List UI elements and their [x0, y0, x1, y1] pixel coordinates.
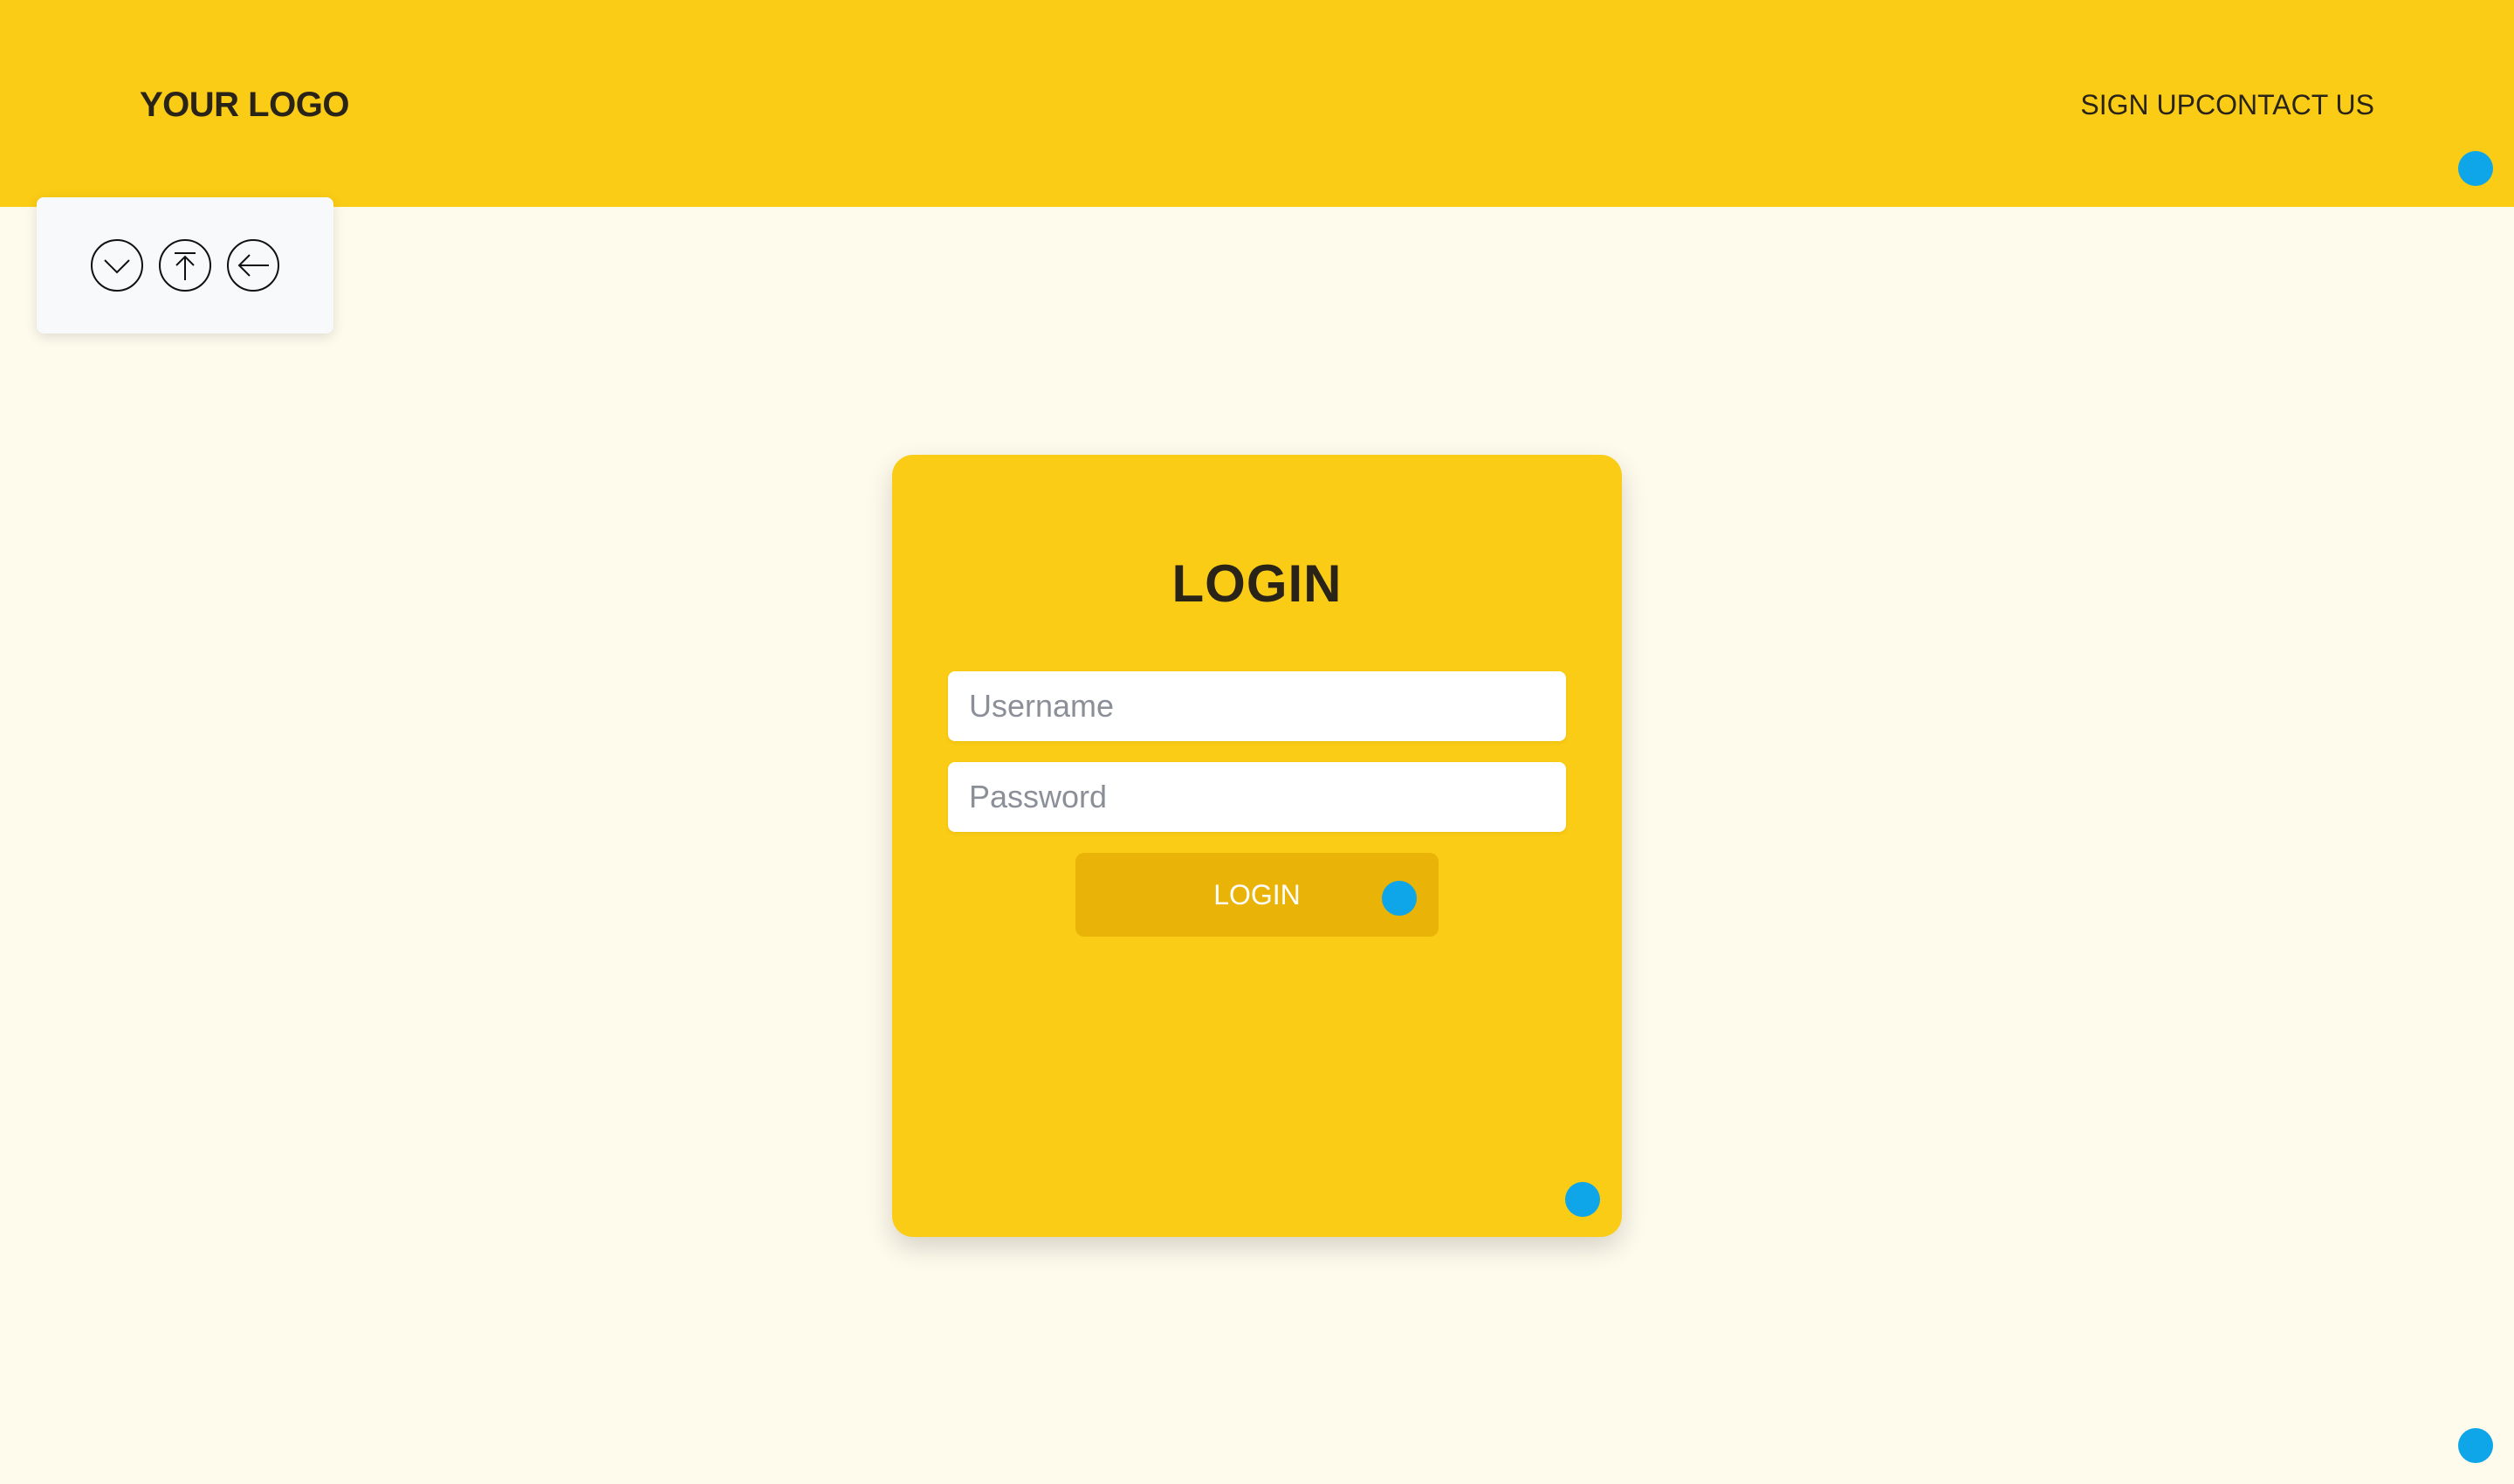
marker-dot [2458, 151, 2493, 186]
marker-dot [1382, 881, 1417, 916]
logo[interactable]: YOUR LOGO [140, 80, 349, 129]
nav-contact-us-link[interactable]: CONTACT US [2195, 84, 2374, 126]
password-input[interactable] [948, 762, 1566, 832]
header: YOUR LOGO SIGN UP CONTACT US [0, 0, 2514, 207]
username-input[interactable] [948, 671, 1566, 741]
marker-dot [1565, 1182, 1600, 1217]
chevron-down-circle-icon[interactable] [90, 238, 144, 292]
top-nav: SIGN UP CONTACT US [2080, 84, 2374, 126]
arrow-up-to-top-circle-icon[interactable] [158, 238, 212, 292]
page: YOUR LOGO SIGN UP CONTACT US LOGIN Usern… [0, 0, 2514, 1484]
login-title: LOGIN [1171, 554, 1343, 613]
marker-dot [2458, 1428, 2493, 1463]
floating-toolbar [37, 197, 333, 333]
nav-sign-up-link[interactable]: SIGN UP [2080, 84, 2195, 126]
arrow-left-circle-icon[interactable] [226, 238, 280, 292]
login-card: LOGIN LOGIN [892, 455, 1622, 1237]
